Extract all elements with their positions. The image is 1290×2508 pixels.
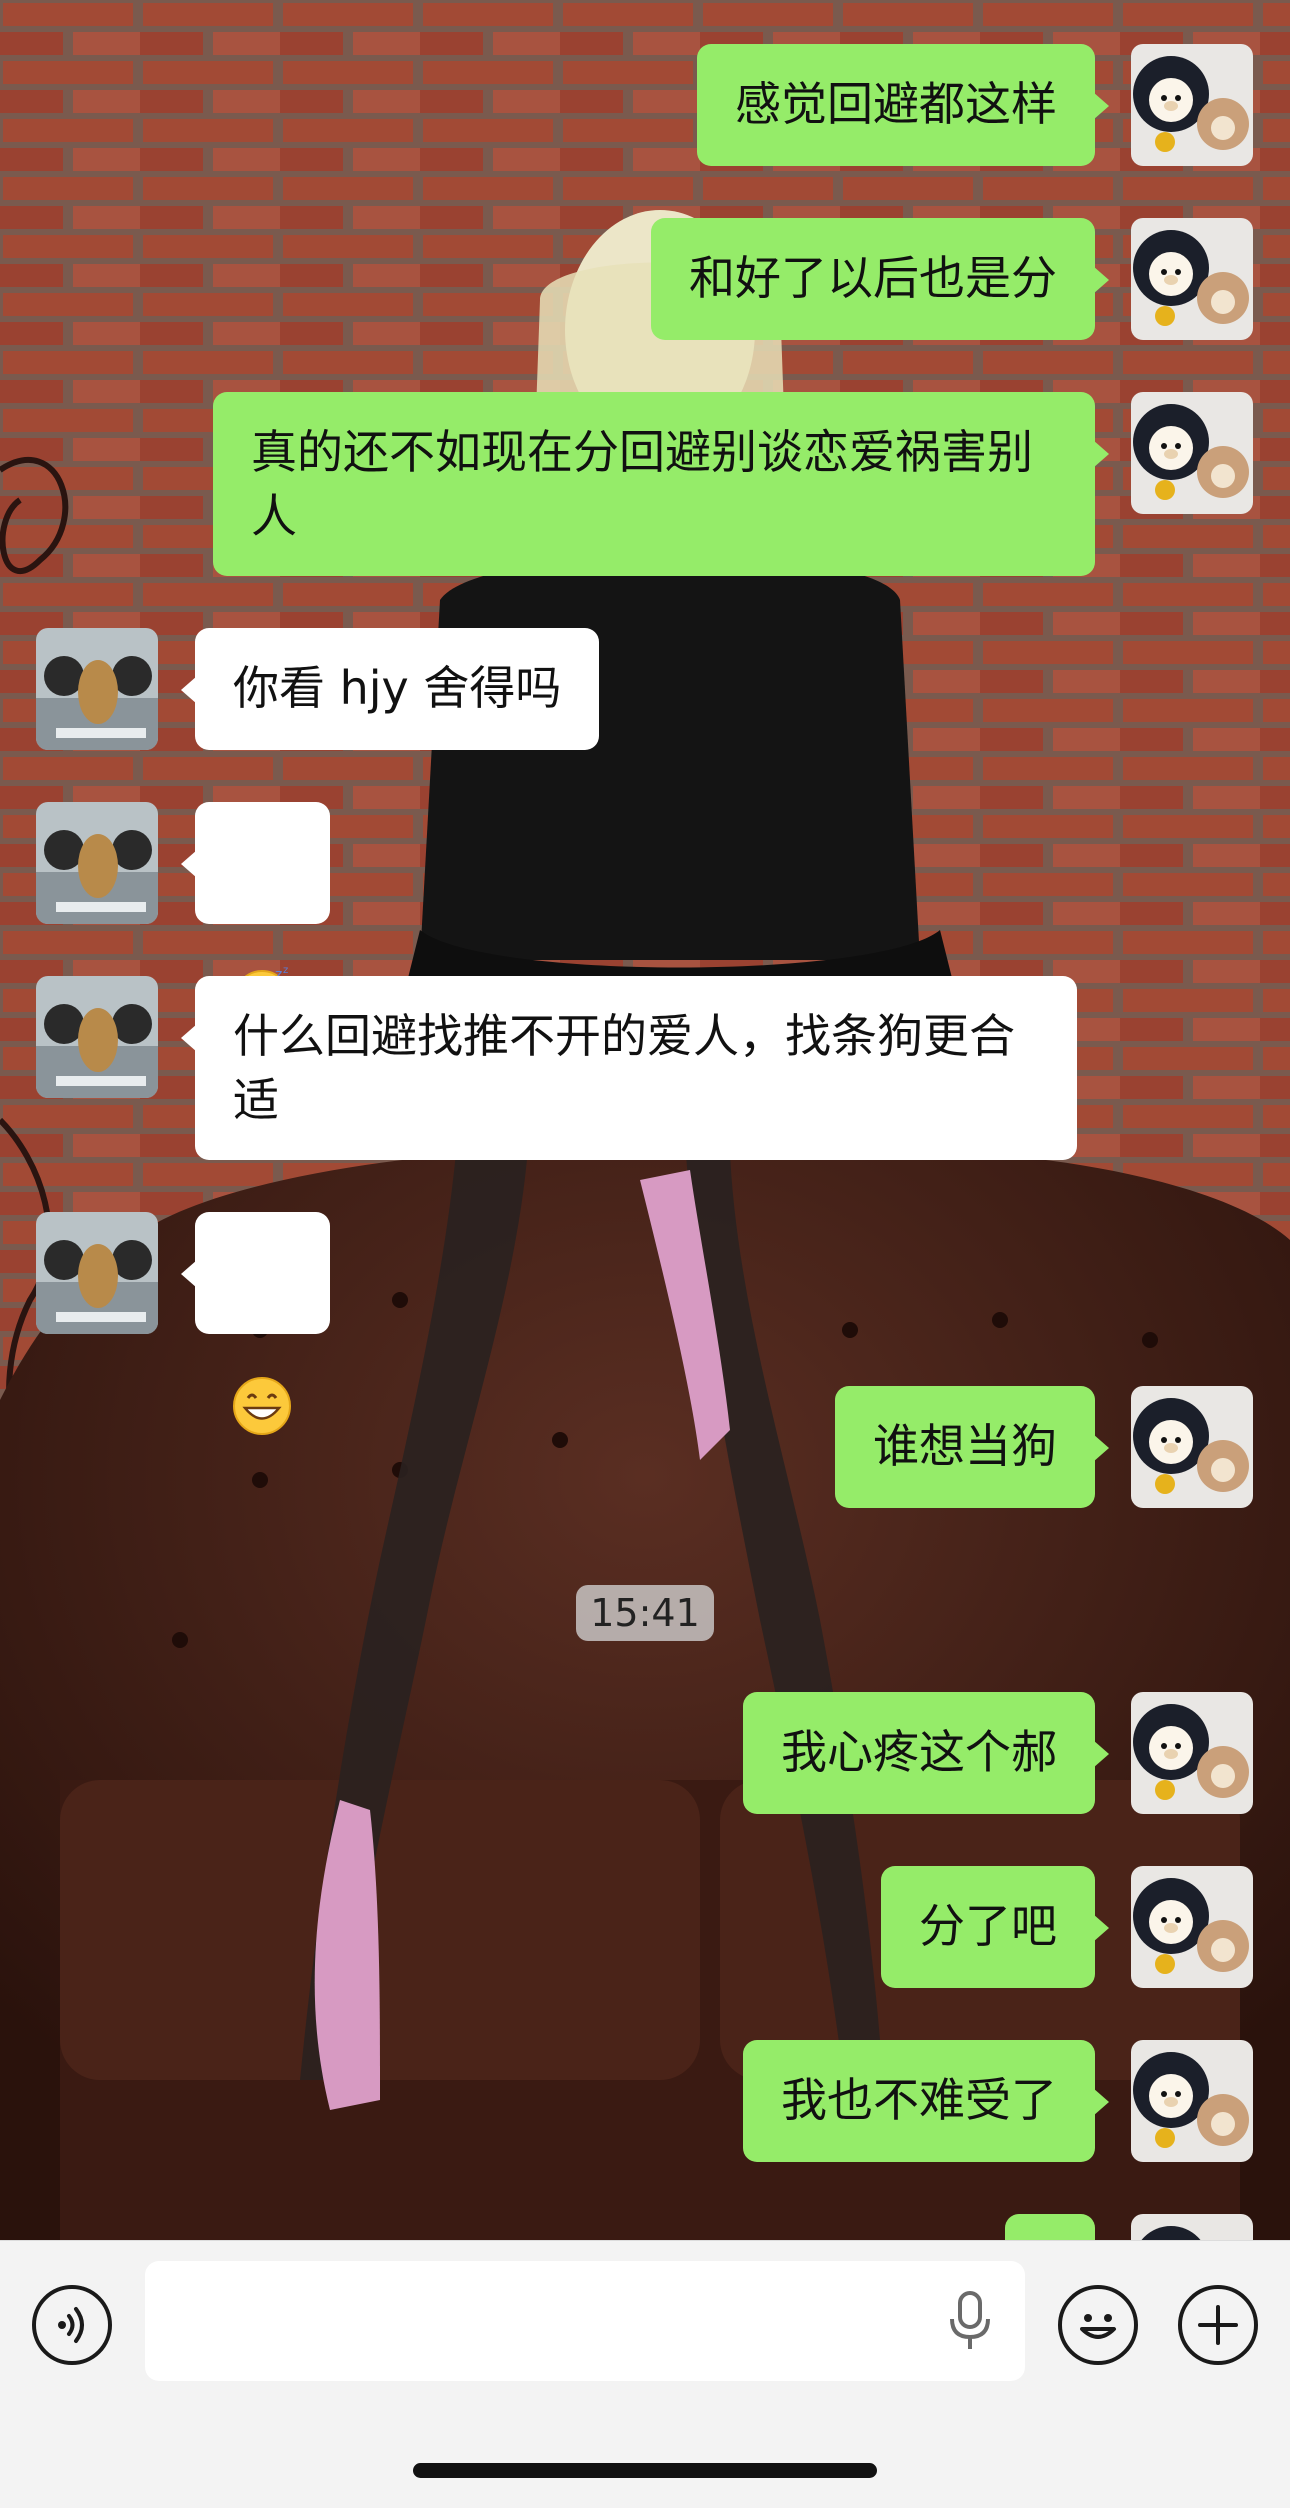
message-bubble-incoming[interactable]: z z bbox=[181, 802, 330, 1026]
message-bubble-outgoing[interactable]: 谁想当狗 bbox=[835, 1386, 1109, 1508]
my-avatar[interactable] bbox=[1131, 1866, 1253, 1988]
my-avatar[interactable] bbox=[1131, 218, 1253, 340]
message-bubble-outgoing[interactable]: 分了吧 bbox=[881, 1866, 1109, 1988]
my-avatar[interactable] bbox=[1131, 44, 1253, 166]
voice-icon bbox=[58, 2307, 84, 2343]
emoji-icon bbox=[1080, 2314, 1116, 2339]
message-bubble-outgoing[interactable]: 我心疼这个郝 bbox=[743, 1692, 1109, 1814]
message-bubble-outgoing[interactable]: 和好了以后也是分 bbox=[651, 218, 1109, 340]
message-bubble-outgoing[interactable] bbox=[1005, 2214, 1095, 2240]
my-avatar[interactable] bbox=[1131, 2214, 1253, 2240]
voice-input-button[interactable] bbox=[32, 2285, 112, 2365]
message-bubble-incoming[interactable]: 什么回避找推不开的爱人，找条狗更合适 bbox=[181, 976, 1077, 1160]
message-bubble-outgoing[interactable]: 感觉回避都这样 bbox=[697, 44, 1109, 166]
more-options-button[interactable] bbox=[1178, 2285, 1258, 2365]
svg-text:z: z bbox=[283, 965, 288, 976]
my-avatar[interactable] bbox=[1131, 1692, 1253, 1814]
message-bubble-incoming[interactable]: 你看 hjy 舍得吗 bbox=[180, 628, 600, 750]
emoji-button[interactable] bbox=[1058, 2285, 1138, 2365]
contact-avatar[interactable] bbox=[36, 1212, 158, 1334]
chat-timestamp: 15:41 bbox=[576, 1585, 714, 1641]
my-avatar[interactable] bbox=[1131, 2040, 1253, 2162]
message-bubble-incoming[interactable] bbox=[181, 1212, 330, 1435]
message-text-input[interactable] bbox=[145, 2261, 1025, 2381]
home-indicator[interactable] bbox=[413, 2463, 877, 2478]
message-bubble-outgoing[interactable]: 我也不难受了 bbox=[743, 2040, 1109, 2162]
contact-avatar[interactable] bbox=[36, 976, 158, 1098]
grinning-face-icon bbox=[233, 1376, 291, 1435]
message-input-bar bbox=[0, 2240, 1290, 2508]
chat-message-list[interactable]: 感觉回避都这样 和好了以后也是分 真的还不如现在分回避别谈恋爱祸害别人 你看 h… bbox=[0, 0, 1290, 2240]
microphone-icon[interactable] bbox=[945, 2289, 995, 2353]
my-avatar[interactable] bbox=[1131, 1386, 1253, 1508]
my-avatar[interactable] bbox=[1131, 392, 1253, 514]
contact-avatar[interactable] bbox=[36, 628, 158, 750]
plus-icon bbox=[1198, 2305, 1238, 2345]
contact-avatar[interactable] bbox=[36, 802, 158, 924]
message-bubble-outgoing[interactable]: 真的还不如现在分回避别谈恋爱祸害别人 bbox=[213, 392, 1109, 576]
